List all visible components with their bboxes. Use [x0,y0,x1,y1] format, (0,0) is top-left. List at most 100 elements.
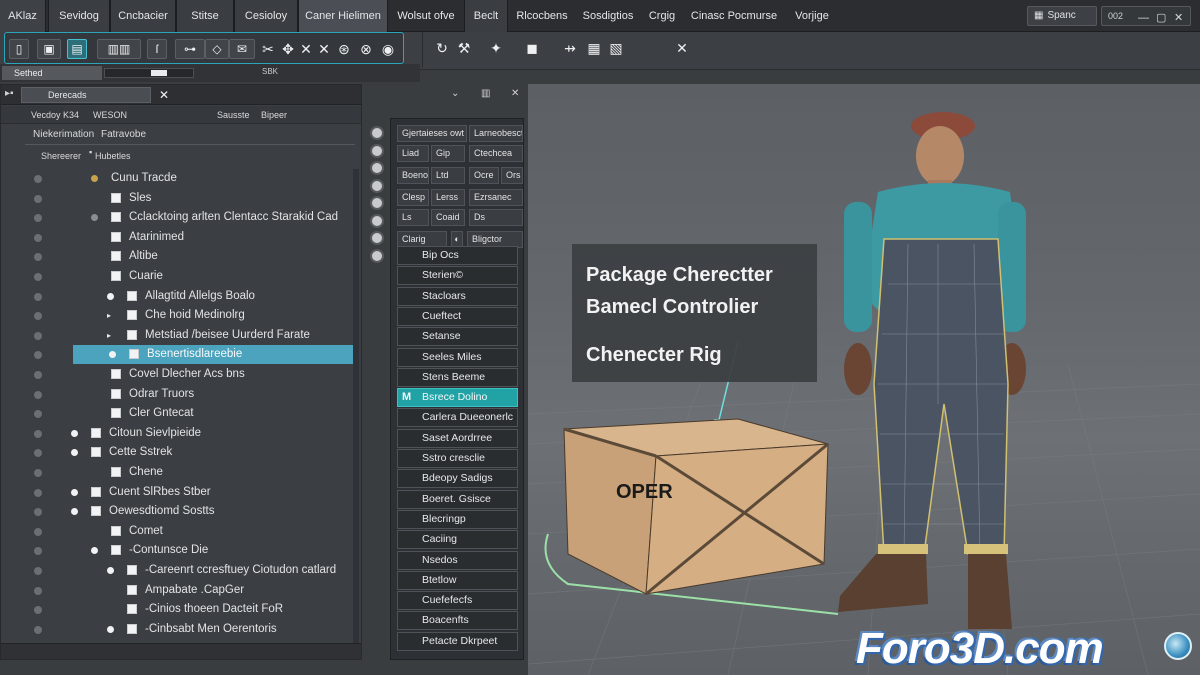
attr-cell[interactable]: Ls [397,209,429,226]
attribute-item[interactable]: Setanse [397,327,518,347]
checkbox[interactable] [127,310,137,321]
film-icon[interactable]: ▥▥ [97,39,141,59]
filter-b[interactable]: Fatravobe [101,125,146,145]
close-icon[interactable]: ✕ [673,39,691,57]
attribute-item[interactable]: Bdeopy Sadigs [397,469,518,489]
crate-model[interactable] [563,418,829,596]
node-icon[interactable]: ⊶ [175,39,205,59]
outliner-row[interactable]: Covel Dlecher Acs bns [25,365,355,384]
attribute-item[interactable]: Bip Ocs [397,246,518,265]
checkbox[interactable] [127,329,137,340]
layer-toggle-icon[interactable] [370,161,384,175]
visibility-dot-icon[interactable] [34,527,42,536]
visibility-dot-icon[interactable] [34,371,42,379]
outliner-row[interactable]: Oewesdtiomd Sostts [25,502,355,521]
checkbox[interactable] [91,506,101,517]
menu-item-10[interactable]: Crgig [640,0,684,32]
outliner-tab[interactable]: Derecads ✕ [21,87,169,103]
sort-icon[interactable]: ▪ [89,143,92,161]
visibility-dot-icon[interactable] [34,488,42,497]
checkbox[interactable] [91,447,101,458]
attribute-item[interactable]: Btetlow [397,570,518,590]
layer-toggle-icon[interactable] [370,231,384,245]
checkbox[interactable] [111,525,121,536]
scissors-icon[interactable]: ✂ [259,40,277,58]
attribute-item[interactable]: Stacloars [397,286,518,306]
visibility-dot-icon[interactable] [34,331,42,340]
visibility-dot-icon[interactable] [34,508,42,517]
visibility-dot-icon[interactable] [34,469,42,477]
checkbox[interactable] [127,290,137,301]
menu-item-11[interactable]: Cinasc Pocmurse [684,0,784,32]
target-icon[interactable]: ◉ [379,40,397,58]
outliner-row[interactable]: -Cinios thoeen Dacteit FoR [25,600,355,619]
curve-icon[interactable]: ſ [147,39,167,59]
attr-cell[interactable]: Ds [469,209,523,226]
attr-cell[interactable]: Ezrsanec [469,189,523,206]
attribute-item[interactable]: Saset Aordrree [397,428,518,448]
checkbox[interactable] [127,565,137,575]
visibility-dot-icon[interactable] [34,606,42,615]
attr-cell[interactable]: Boeno [397,167,429,184]
layout-icon[interactable]: ▦ [585,39,603,57]
globe-icon[interactable]: ⊛ [335,40,353,58]
visibility-dot-icon[interactable] [34,567,42,575]
attribute-item[interactable]: Boacenfts [397,611,518,631]
attribute-item[interactable]: Caciing [397,530,518,550]
visibility-dot-icon[interactable] [34,410,42,419]
outliner-row[interactable]: -Contunsce Die [25,541,355,560]
visibility-dot-icon[interactable] [34,292,42,301]
menu-item-8[interactable]: Rlcocbens [508,0,576,32]
slider-knob[interactable] [151,70,167,76]
outliner-row[interactable]: Sles [25,189,355,208]
attribute-item[interactable]: Sterien© [397,266,518,286]
outliner-row[interactable]: Ampabate .CapGer [25,581,355,600]
layer-toggle-icon[interactable] [370,178,384,193]
attribute-item[interactable]: Nsedos [397,550,518,570]
link-icon[interactable]: ⇸ [561,39,579,57]
attribute-item[interactable]: Blecringp [397,509,518,529]
attr-cell[interactable]: Ocre [469,167,499,184]
checkbox[interactable] [111,271,121,281]
menu-item-9[interactable]: Sosdigtios [576,0,640,32]
tool-icon[interactable]: ⚒ [455,39,473,57]
outliner-row[interactable]: Cunu Tracde [25,169,355,188]
outliner-row[interactable]: Bsenertisdlareebie [34,345,353,365]
outliner-row[interactable]: -Cinbsabt Men Oerentoris [25,620,355,639]
outliner-row[interactable]: Allagtitd Allelgs Boalo [25,287,355,306]
page-icon[interactable]: ▤ [67,39,87,59]
attribute-item[interactable]: Sstro cresclie [397,449,518,468]
multiply-icon[interactable]: ✕ [315,40,333,58]
visibility-dot-icon[interactable] [34,547,42,556]
visibility-dot-icon[interactable] [34,586,42,595]
expand-dot-icon[interactable] [71,449,78,457]
menu-item-12[interactable]: Vorjige [786,0,838,32]
pin-icon[interactable]: ✦ [487,39,505,57]
outliner-row[interactable]: Cette Sstrek [25,443,355,462]
expand-dot-icon[interactable] [107,567,114,574]
diamond-icon[interactable]: ◇ [205,39,229,59]
checkbox[interactable] [111,251,121,262]
3d-viewport[interactable]: OPER Package Cherectter Bamecl Controlie… [528,84,1200,675]
attr-cell[interactable]: Larneobesct [469,125,523,142]
outliner-row[interactable]: Odrar Truors [25,385,355,404]
expand-dot-icon[interactable] [71,488,78,496]
outliner-row[interactable]: Cuent SlRbes Stber [25,483,355,502]
visibility-dot-icon[interactable] [34,233,42,242]
layer-toggle-icon[interactable] [370,248,384,263]
menu-item-7[interactable]: Beclt [464,0,508,32]
attr-cell[interactable]: Ors [501,167,523,184]
outliner-row[interactable]: Cler Gntecat [25,404,355,423]
close-icon[interactable]: ✕ [1174,9,1183,27]
outliner-row[interactable]: Altibe [25,247,355,266]
attr-cell[interactable]: Gjertaieses owt [397,125,467,142]
checkbox[interactable] [91,486,101,497]
layer-toggle-icon[interactable] [370,213,384,228]
expand-dot-icon[interactable] [71,508,78,516]
chevron-down-icon[interactable]: ⌄ [451,88,459,99]
visibility-dot-icon[interactable] [34,214,42,223]
checkbox[interactable] [111,388,121,399]
attribute-item[interactable]: Stens Beeme [397,367,518,387]
checkbox[interactable] [111,408,121,419]
expand-dot-icon[interactable] [109,351,116,359]
